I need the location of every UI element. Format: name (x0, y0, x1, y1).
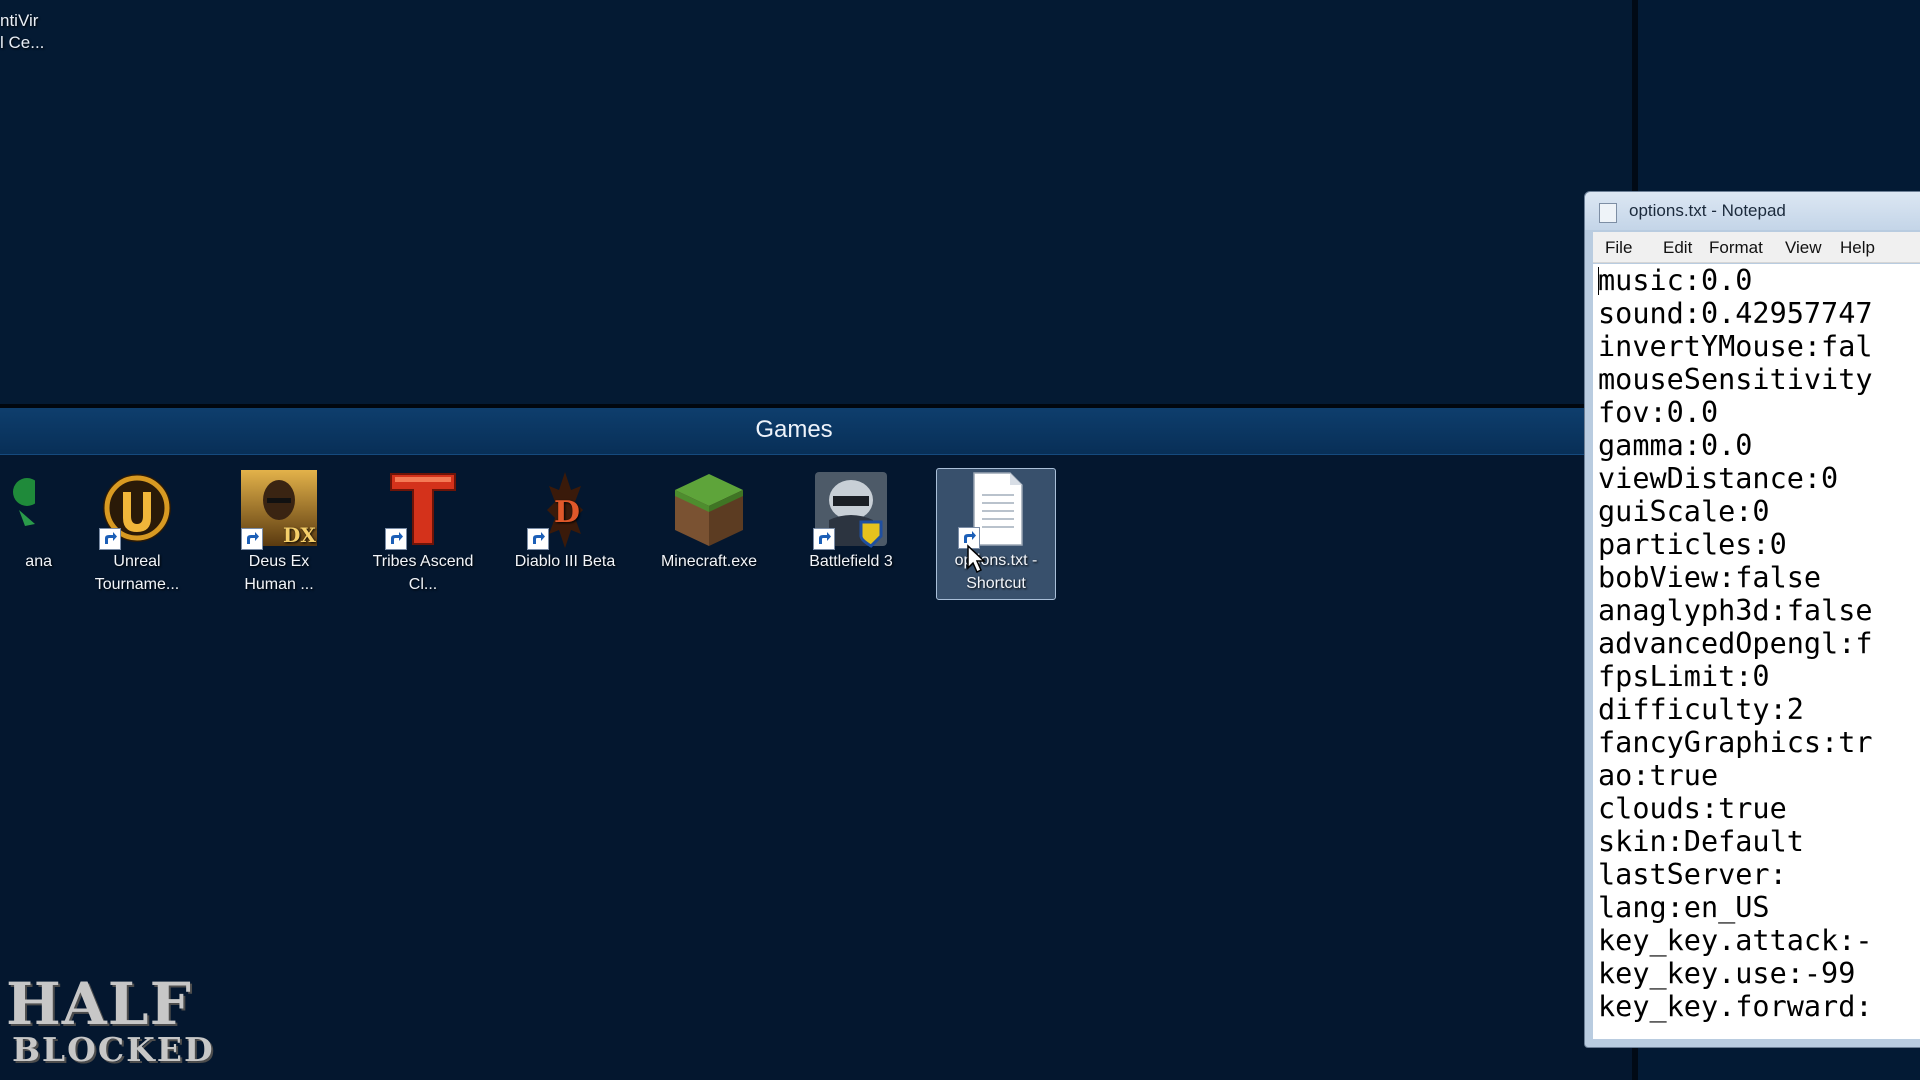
battlefield-icon (811, 470, 891, 550)
text-line: gamma:0.0 (1598, 429, 1753, 462)
desktop-icon-partial[interactable]: ana (0, 470, 54, 573)
notepad-titlebar[interactable]: options.txt - Notepad (1585, 192, 1920, 230)
fence-header[interactable]: Games (0, 408, 1588, 455)
notepad-title: options.txt - Notepad (1629, 201, 1786, 220)
text-line: skin:Default (1598, 825, 1804, 858)
watermark-line1: HALF (6, 970, 192, 1038)
svg-text:DX: DX (283, 523, 316, 547)
text-line: key_key.use:-99 (1598, 957, 1856, 990)
watermark-logo: HALF BLOCKED (6, 970, 215, 1069)
fence-title: Games (755, 416, 833, 443)
text-line: fancyGraphics:tr (1598, 726, 1873, 759)
desktop-icon-options-shortcut[interactable]: options.txt - Shortcut (936, 468, 1056, 600)
icon-label: options.txt - Shortcut (954, 552, 1038, 592)
icon-label: ana (25, 553, 52, 570)
text-line: fpsLimit:0 (1598, 660, 1770, 693)
notepad-app-icon (1599, 203, 1617, 223)
notepad-text-area[interactable]: music:0.0 sound:0.42957747 invertYMouse:fa… (1593, 264, 1920, 1039)
text-line: mouseSensitivity (1598, 363, 1873, 396)
text-line: sound:0.42957747 (1598, 297, 1873, 330)
menu-view[interactable]: View (1785, 238, 1822, 258)
desktop-icon-diablo-iii[interactable]: D Diablo III Beta (506, 470, 624, 573)
text-line: ao:true (1598, 759, 1719, 792)
text-line: guiScale:0 (1598, 495, 1770, 528)
desktop-icon-tribes-ascend[interactable]: Tribes Ascend Cl... (364, 470, 482, 596)
shortcut-arrow-icon (99, 528, 121, 550)
desktop-icon-deus-ex[interactable]: DX Deus Ex Human ... (220, 470, 338, 596)
desktop-icon-label-line2: l Ce... (0, 33, 45, 52)
text-line: particles:0 (1598, 528, 1787, 561)
unreal-tournament-icon (97, 470, 177, 550)
icon-label: Deus Ex Human ... (244, 553, 314, 593)
menu-help[interactable]: Help (1840, 238, 1875, 258)
text-line: bobView:false (1598, 561, 1822, 594)
desktop-icon-minecraft[interactable]: Minecraft.exe (650, 470, 768, 573)
desktop-icon-battlefield-3[interactable]: Battlefield 3 (792, 470, 910, 573)
diablo-icon: D (525, 470, 605, 550)
text-line: advancedOpengl:f (1598, 627, 1873, 660)
menu-format[interactable]: Format (1709, 238, 1763, 258)
mouse-cursor-icon (967, 544, 986, 574)
text-caret (1598, 267, 1599, 295)
text-line: fov:0.0 (1598, 396, 1719, 429)
text-line: viewDistance:0 (1598, 462, 1839, 495)
notepad-window[interactable]: options.txt - Notepad File Edit Format V… (1584, 191, 1920, 1048)
deus-ex-icon: DX (239, 470, 319, 550)
text-line: clouds:true (1598, 792, 1787, 825)
watermark-line2: BLOCKED (12, 1030, 215, 1069)
desktop-icon-antivir[interactable]: ntiVir l Ce... (0, 10, 44, 54)
notepad-menubar: File Edit Format View Help (1593, 232, 1920, 263)
text-line: key_key.forward: (1598, 990, 1873, 1023)
shortcut-arrow-icon (385, 528, 407, 550)
tribes-icon (383, 470, 463, 550)
icon-label: Tribes Ascend Cl... (372, 553, 474, 593)
text-line: invertYMouse:fal (1598, 330, 1873, 363)
minecraft-icon (669, 470, 749, 550)
svg-text:D: D (554, 495, 580, 530)
shortcut-arrow-icon (241, 528, 263, 550)
icon-label: Battlefield 3 (809, 553, 893, 570)
text-file-icon (956, 469, 1036, 549)
text-line: lastServer: (1598, 858, 1787, 891)
icon-label: Diablo III Beta (514, 553, 616, 570)
text-line: difficulty:2 (1598, 693, 1804, 726)
shortcut-arrow-icon (813, 528, 835, 550)
desktop-background-top (0, 0, 1632, 404)
text-line: music:0.0 (1598, 264, 1753, 297)
app-icon-partial (0, 470, 41, 550)
text-line: lang:en_US (1598, 891, 1770, 924)
desktop-icon-label-line1: ntiVir (0, 11, 39, 30)
menu-file[interactable]: File (1605, 238, 1632, 258)
shortcut-arrow-icon (527, 528, 549, 550)
menu-edit[interactable]: Edit (1663, 238, 1692, 258)
text-line: anaglyph3d:false (1598, 594, 1873, 627)
icon-label: Unreal Tourname... (94, 553, 180, 593)
desktop-icon-unreal-tournament[interactable]: Unreal Tourname... (78, 470, 196, 596)
icon-label: Minecraft.exe (660, 553, 758, 570)
text-line: key_key.attack:- (1598, 924, 1873, 957)
